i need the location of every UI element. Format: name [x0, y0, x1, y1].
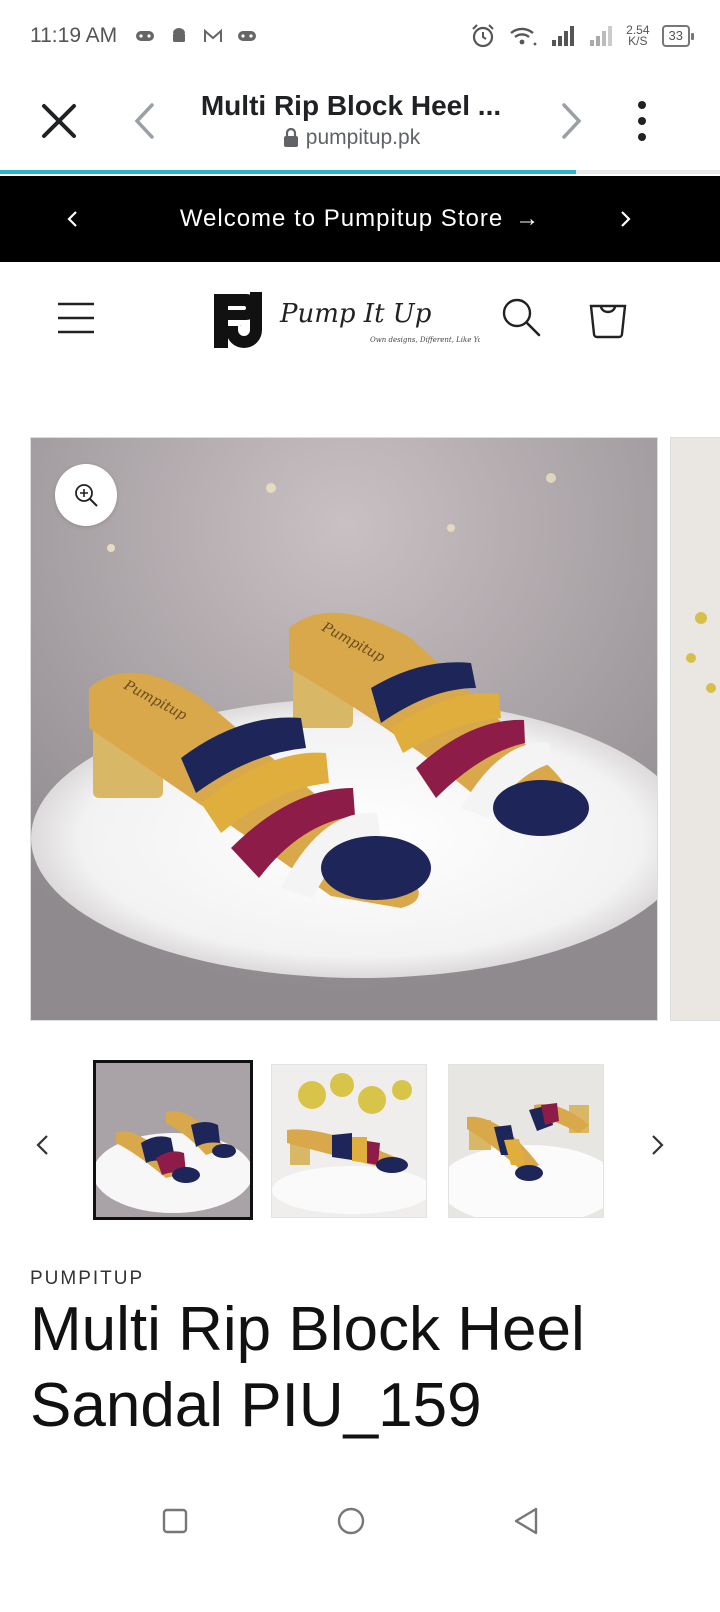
brand-logo[interactable]: PU Pump It Up Own designs, Different, Li… [210, 286, 480, 354]
thumbnail-image [272, 1065, 426, 1217]
url-text: pumpitup.pk [305, 126, 421, 149]
back-icon[interactable] [512, 1506, 540, 1536]
search-icon[interactable] [500, 296, 542, 338]
status-time: 11:19 AM [30, 24, 118, 47]
product-next-image-peek[interactable] [670, 437, 720, 1021]
signal-icon [552, 26, 575, 46]
product-photo-peek [671, 438, 720, 1020]
product-main-image[interactable]: Pumpitup Pumpitup [30, 437, 658, 1021]
thumbnail-1[interactable] [93, 1060, 253, 1220]
announcement-text: Welcome to Pumpitup Store [179, 205, 504, 232]
status-notification-icons [135, 28, 257, 44]
android-icon [173, 28, 186, 42]
system-navigation-bar [0, 1480, 720, 1570]
thumbnail-image [449, 1065, 603, 1217]
thumbnail-carousel [0, 1060, 720, 1222]
cart-icon[interactable] [586, 296, 630, 340]
more-vert-icon[interactable] [632, 96, 652, 146]
chevron-left-icon[interactable] [130, 100, 160, 142]
status-bar: 11:19 AM 2.54 K/S 33 [0, 0, 720, 72]
thumbnail-2[interactable] [271, 1064, 427, 1218]
chevron-right-icon[interactable] [556, 100, 586, 142]
game-controller-icon [136, 31, 155, 41]
store-header: PU Pump It Up Own designs, Different, Li… [0, 262, 720, 382]
gmail-icon [204, 28, 223, 42]
thumbnail-3[interactable] [448, 1064, 604, 1218]
product-photo: Pumpitup Pumpitup [31, 438, 657, 1020]
brand-monogram: PU [240, 325, 242, 327]
chevron-left-icon[interactable] [60, 206, 84, 232]
product-title: Multi Rip Block Heel Sandal PIU_159 [30, 1295, 585, 1440]
page-title-block[interactable]: Multi Rip Block Heel ... pumpitup.pk [186, 90, 516, 150]
zoom-in-icon [75, 484, 98, 507]
lock-icon [283, 128, 298, 147]
brand-script-text: Pump It Up [279, 299, 432, 329]
close-icon[interactable] [38, 100, 80, 142]
arrow-right-icon: → [515, 205, 541, 232]
brand-monogram-icon: PU [214, 292, 262, 348]
browser-toolbar: Multi Rip Block Heel ... pumpitup.pk [0, 72, 720, 170]
chevron-left-icon[interactable] [32, 1130, 54, 1160]
network-speed: 2.54 K/S [626, 24, 649, 48]
battery-indicator: 33 [661, 25, 695, 47]
chevron-right-icon[interactable] [614, 206, 638, 232]
zoom-button[interactable] [55, 464, 117, 526]
chevron-right-icon[interactable] [646, 1130, 668, 1160]
network-speed-unit: K/S [628, 34, 648, 48]
alarm-icon [472, 24, 494, 48]
product-vendor: PUMPITUP [30, 1268, 145, 1289]
announcement-bar: Welcome to Pumpitup Store → [0, 176, 720, 262]
announcement-link[interactable]: Welcome to Pumpitup Store → [180, 205, 540, 233]
page-title: Multi Rip Block Heel ... [200, 90, 502, 121]
wifi-icon [510, 27, 537, 46]
thumbnail-image [96, 1063, 250, 1217]
page-url: pumpitup.pk [186, 126, 516, 150]
status-system-icons: 2.54 K/S 33 [470, 23, 695, 49]
page-load-progress [0, 170, 720, 174]
hamburger-icon[interactable] [56, 300, 96, 336]
game-controller-icon [238, 31, 257, 41]
recent-apps-icon[interactable] [162, 1508, 188, 1534]
signal-weak-icon [590, 26, 613, 46]
page-load-progress-fill [0, 170, 576, 174]
home-icon[interactable] [336, 1506, 366, 1536]
brand-tagline: Own designs, Different, Like You [370, 336, 480, 344]
